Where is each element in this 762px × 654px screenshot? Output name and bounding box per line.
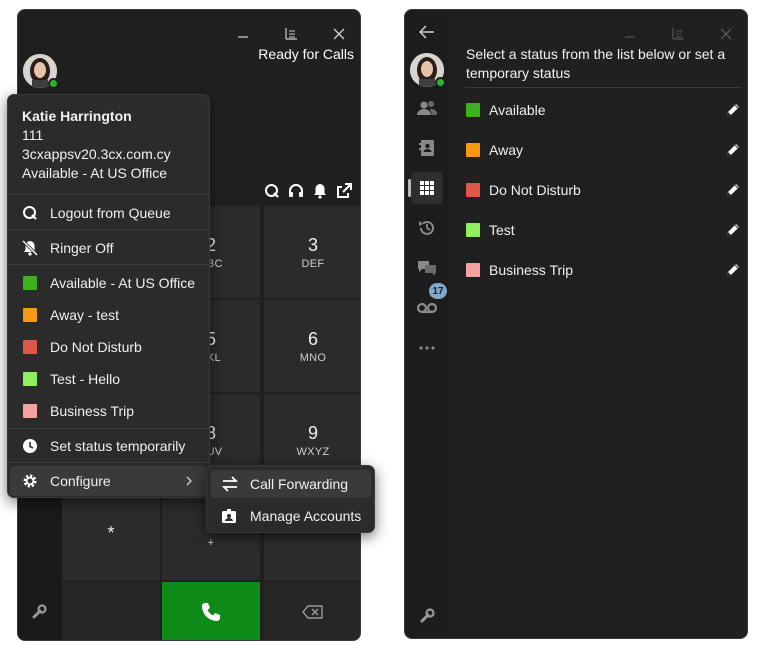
contacts-book-icon[interactable] (411, 132, 443, 164)
queue-icon (22, 205, 38, 221)
divider (8, 428, 209, 429)
status-item-business-trip[interactable]: Business Trip (8, 396, 209, 426)
pencil-icon[interactable] (725, 262, 741, 278)
status-window: 17 Select a status from the list below o… (404, 9, 748, 639)
pencil-icon[interactable] (725, 102, 741, 118)
call-button[interactable] (162, 582, 260, 640)
presence-dot (435, 77, 446, 88)
key-star[interactable]: * (62, 488, 160, 580)
pencil-icon[interactable] (725, 182, 741, 198)
configure-item[interactable]: Configure (10, 466, 207, 496)
key-6[interactable]: 6 MNO (264, 300, 360, 392)
compact-view-icon[interactable] (281, 24, 301, 44)
status-swatch (23, 372, 37, 386)
status-row-available[interactable]: Available (466, 97, 741, 123)
forward-arrows-icon (221, 476, 239, 492)
back-arrow-icon[interactable] (411, 16, 443, 48)
status-item-away[interactable]: Away - test (8, 300, 209, 330)
divider (465, 87, 741, 88)
minimize-icon[interactable] (233, 24, 253, 44)
chat-icon[interactable] (411, 252, 443, 284)
avatar[interactable] (410, 53, 446, 89)
status-swatch (466, 263, 480, 277)
status-swatch (466, 103, 480, 117)
status-swatch (23, 404, 37, 418)
user-info: Katie Harrington 111 3cxappsv20.3cx.com.… (22, 107, 171, 183)
status-row-away[interactable]: Away (466, 137, 741, 163)
voicemail-badge: 17 (429, 283, 447, 299)
history-icon[interactable] (411, 212, 443, 244)
configure-submenu: Call Forwarding Manage Accounts (206, 465, 375, 533)
queue-icon[interactable] (264, 183, 280, 199)
quick-actions (264, 183, 352, 199)
divider (8, 462, 209, 463)
headset-icon[interactable] (288, 183, 304, 199)
divider (8, 229, 209, 230)
divider (8, 264, 209, 265)
people-icon[interactable] (411, 92, 443, 124)
wrench-icon (32, 604, 47, 619)
clock-icon (22, 438, 38, 454)
wrench-icon[interactable] (411, 600, 443, 632)
bell-icon[interactable] (312, 183, 328, 199)
close-icon[interactable] (716, 24, 736, 44)
dialpad-icon[interactable] (411, 172, 443, 204)
close-icon[interactable] (329, 24, 349, 44)
status-item-test[interactable]: Test - Hello (8, 364, 209, 394)
logout-queue-item[interactable]: Logout from Queue (8, 198, 209, 228)
status-menu: Katie Harrington 111 3cxappsv20.3cx.com.… (7, 94, 210, 498)
voicemail-icon[interactable]: 17 (411, 283, 447, 324)
status-swatch (23, 276, 37, 290)
call-forwarding-item[interactable]: Call Forwarding (211, 470, 371, 498)
status-swatch (23, 308, 37, 322)
id-badge-icon (221, 508, 239, 524)
status-swatch (466, 223, 480, 237)
divider (8, 194, 209, 195)
backspace-button[interactable] (264, 582, 360, 640)
user-name: Katie Harrington (22, 108, 132, 124)
empty-slot (62, 582, 160, 640)
status-swatch (466, 183, 480, 197)
set-temporary-item[interactable]: Set status temporarily (8, 431, 209, 461)
key-3[interactable]: 3 DEF (264, 206, 360, 298)
pencil-icon[interactable] (725, 222, 741, 238)
status-text: Ready for Calls (258, 46, 354, 62)
status-row-test[interactable]: Test (466, 217, 741, 243)
status-prompt: Select a status from the list below or s… (466, 46, 726, 81)
status-item-dnd[interactable]: Do Not Disturb (8, 332, 209, 362)
gear-icon (22, 473, 38, 489)
nav-rail: 17 (405, 10, 449, 638)
user-server: 3cxappsv20.3cx.com.cy (22, 146, 171, 162)
bell-off-icon (22, 240, 38, 256)
pencil-icon[interactable] (725, 142, 741, 158)
status-row-business-trip[interactable]: Business Trip (466, 257, 741, 283)
status-swatch (23, 340, 37, 354)
phone-icon (202, 603, 220, 621)
chevron-right-icon (185, 473, 193, 489)
more-icon[interactable] (411, 332, 443, 364)
active-indicator (408, 179, 411, 197)
manage-accounts-item[interactable]: Manage Accounts (211, 502, 371, 530)
status-swatch (466, 143, 480, 157)
minimize-icon[interactable] (620, 24, 640, 44)
backspace-icon (302, 605, 323, 619)
status-row-dnd[interactable]: Do Not Disturb (466, 177, 741, 203)
status-item-available[interactable]: Available - At US Office (8, 268, 209, 298)
user-extension: 111 (22, 127, 44, 143)
popout-icon[interactable] (336, 183, 352, 199)
current-status: Available - At US Office (22, 165, 167, 181)
avatar[interactable] (23, 54, 59, 90)
ringer-off-item[interactable]: Ringer Off (8, 233, 209, 263)
settings-button[interactable] (18, 582, 60, 640)
presence-dot (48, 78, 59, 89)
compact-view-icon[interactable] (668, 24, 688, 44)
